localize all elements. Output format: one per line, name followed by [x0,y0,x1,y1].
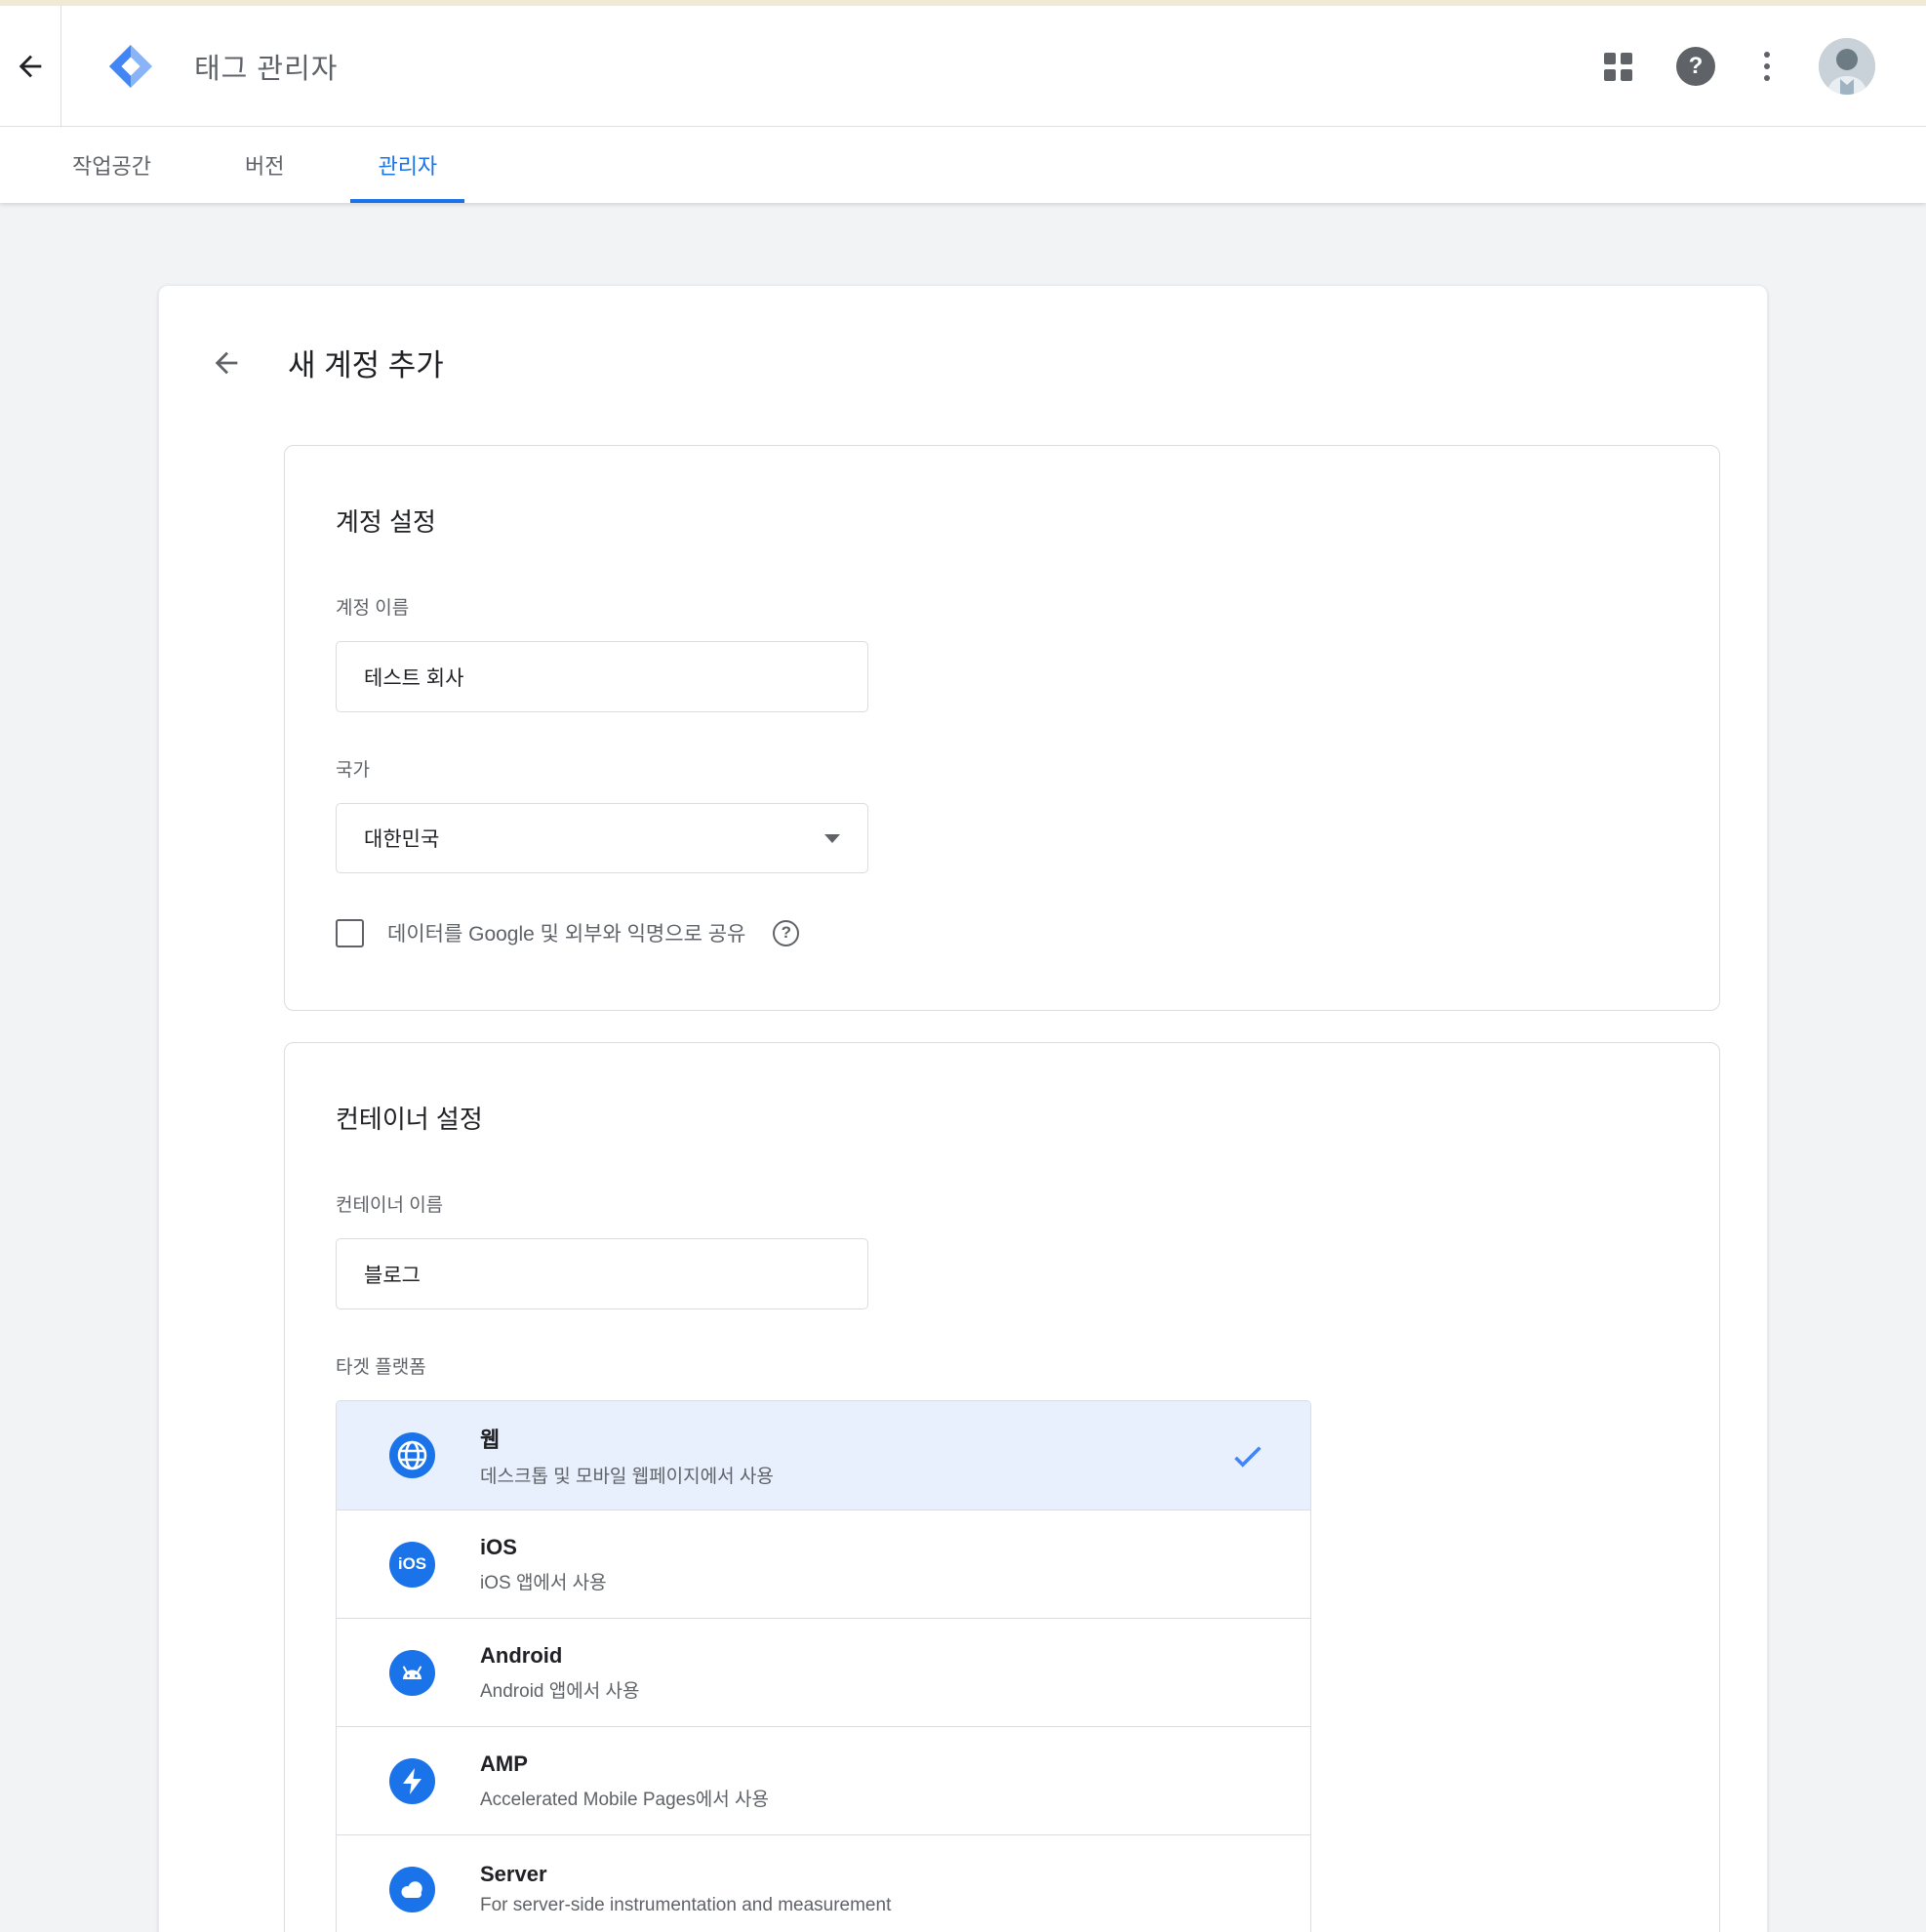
container-settings-heading: 컨테이너 설정 [336,1100,1670,1136]
header-back-button[interactable] [0,6,60,126]
apps-grid-icon[interactable] [1604,53,1631,80]
container-name-label: 컨테이너 이름 [336,1190,1670,1217]
tag-manager-logo-icon [108,44,153,89]
account-name-label: 계정 이름 [336,593,1670,620]
back-arrow-icon [210,346,243,380]
amp-lightning-icon [389,1758,435,1804]
app-title: 태그 관리자 [194,46,338,87]
country-select[interactable]: 대한민국 [336,803,868,873]
platform-option-amp[interactable]: AMP Accelerated Mobile Pages에서 사용 [337,1726,1310,1834]
page-back-button[interactable] [210,346,243,380]
platform-desc: iOS 앱에서 사용 [480,1568,1265,1594]
platform-option-web[interactable]: 웹 데스크톱 및 모바일 웹페이지에서 사용 [337,1401,1310,1509]
platform-title: Server [480,1862,1265,1887]
container-name-input[interactable] [336,1238,868,1309]
android-icon [389,1650,435,1696]
platform-title: Android [480,1643,1265,1669]
platform-option-android[interactable]: Android Android 앱에서 사용 [337,1618,1310,1726]
country-selected-value: 대한민국 [364,824,439,853]
avatar-image [1819,38,1875,95]
platform-option-ios[interactable]: iOS iOS iOS 앱에서 사용 [337,1509,1310,1618]
share-data-label: 데이터를 Google 및 외부와 익명으로 공유 [387,918,745,947]
chevron-down-icon [824,834,840,843]
account-settings-heading: 계정 설정 [336,503,1670,539]
account-settings-panel: 계정 설정 계정 이름 국가 대한민국 데이터를 Google 및 외부와 익명… [284,445,1720,1011]
check-icon [1228,1437,1265,1474]
tab-versions[interactable]: 버전 [218,127,311,203]
platform-title: iOS [480,1535,1265,1560]
globe-icon [389,1432,435,1478]
platform-desc: For server-side instrumentation and meas… [480,1895,1265,1916]
admin-content: 새 계정 추가 계정 설정 계정 이름 국가 대한민국 데이터를 Google … [0,203,1926,1931]
app-header: 태그 관리자 ? [0,6,1926,127]
page-title: 새 계정 추가 [288,341,444,384]
platform-desc: 데스크톱 및 모바일 웹페이지에서 사용 [480,1462,1228,1488]
account-name-input[interactable] [336,641,868,712]
platform-desc: Android 앱에서 사용 [480,1676,1265,1703]
target-platform-list: 웹 데스크톱 및 모바일 웹페이지에서 사용 iOS iOS iOS 앱에서 사… [336,1400,1311,1932]
tab-workspace[interactable]: 작업공간 [45,127,179,203]
add-account-card: 새 계정 추가 계정 설정 계정 이름 국가 대한민국 데이터를 Google … [158,285,1768,1932]
avatar[interactable] [1819,38,1875,95]
ios-icon: iOS [389,1542,435,1588]
header-divider [60,6,61,127]
server-cloud-icon [389,1867,435,1912]
back-arrow-icon [14,50,47,83]
container-settings-panel: 컨테이너 설정 컨테이너 이름 타겟 플랫폼 웹 [284,1042,1720,1932]
help-icon[interactable]: ? [1676,47,1715,86]
target-platform-label: 타겟 플랫폼 [336,1352,1670,1379]
platform-desc: Accelerated Mobile Pages에서 사용 [480,1785,1265,1811]
platform-option-server[interactable]: Server For server-side instrumentation a… [337,1834,1310,1932]
main-tab-bar: 작업공간 버전 관리자 [0,127,1926,203]
country-label: 국가 [336,755,1670,782]
platform-title: 웹 [480,1423,1228,1454]
tab-admin[interactable]: 관리자 [350,127,464,203]
share-data-checkbox[interactable] [336,919,364,947]
platform-title: AMP [480,1751,1265,1777]
share-help-icon[interactable]: ? [773,920,799,946]
more-vertical-icon[interactable] [1760,48,1774,85]
